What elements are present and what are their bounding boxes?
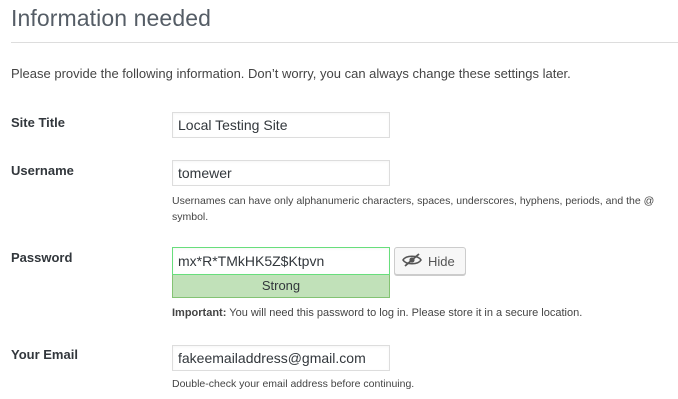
email-input[interactable]	[172, 345, 390, 371]
password-input[interactable]	[172, 247, 390, 275]
email-label: Your Email	[11, 347, 78, 362]
site-title-input[interactable]	[172, 112, 390, 138]
password-label: Password	[11, 250, 73, 265]
username-input[interactable]	[172, 160, 390, 186]
title-divider	[11, 42, 678, 43]
hide-password-button[interactable]: Hide	[394, 247, 466, 275]
important-text: You will need this password to log in. P…	[226, 307, 583, 319]
site-title-label: Site Title	[11, 115, 65, 130]
password-strength-meter: Strong	[172, 275, 390, 298]
eye-slash-icon	[402, 252, 428, 270]
username-description: Usernames can have only alphanumeric cha…	[172, 195, 655, 223]
intro-text: Please provide the following information…	[11, 66, 571, 81]
username-label: Username	[11, 163, 74, 178]
hide-button-label: Hide	[428, 253, 455, 269]
password-important-note: Important: You will need this password t…	[172, 305, 672, 321]
email-description: Double-check your email address before c…	[172, 378, 415, 390]
important-prefix: Important:	[172, 307, 227, 319]
page-title: Information needed	[11, 5, 211, 31]
